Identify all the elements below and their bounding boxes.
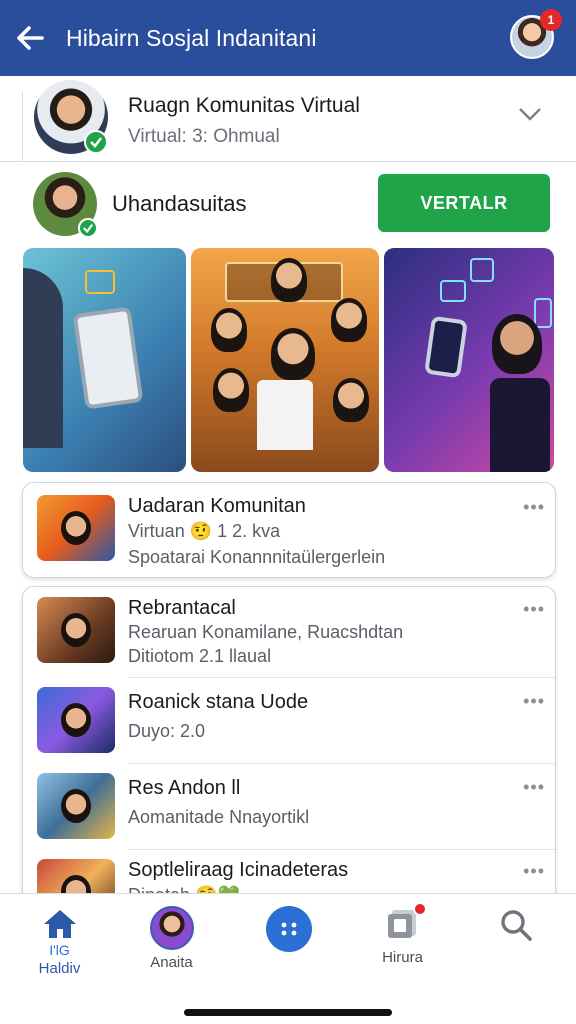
page-title: Hibairn Sosjal Indanitani [66,24,317,51]
follow-button[interactable]: VERTALR [378,174,550,232]
gallery-tile-tech-music[interactable] [384,248,554,472]
list-item-subtitle: Aomanitade Nnayortikl [128,807,310,827]
chevron-down-icon[interactable] [518,106,542,122]
featured-meta: Virtuan 🤨 1 2. kva [128,521,281,541]
list-item[interactable]: Res Andon ll Aomanitade Nnayortikl ••• [23,765,557,851]
notification-dot [412,902,427,916]
nav-home-label: Haldiv [38,960,81,977]
home-icon [43,910,76,938]
notification-badge: 1 [540,9,562,31]
nav-profile[interactable]: Anaita [114,894,229,1004]
list-item-title: Res Andon ll [128,777,241,799]
list-item-meta: Ditiotom 2.1 llaual [128,646,272,666]
top-app-bar: Hibairn Sosjal Indanitani 1 [0,0,576,76]
featured-card[interactable]: Uadaran Komunitan Virtuan 🤨 1 2. kva Spo… [22,482,556,578]
list-item-thumbnail [37,597,115,663]
gallery-tile-phone-hand[interactable] [23,248,186,472]
list-item-title: Soptleliraag Icinadeteras [128,859,349,881]
list-item-title: Roanick stana Uode [128,691,309,713]
host-name[interactable]: Uhandasuitas [112,191,247,217]
nav-profile-label: Anaita [150,954,193,971]
list-item-subtitle: Duyo: 2.0 [128,721,206,741]
more-options-icon[interactable]: ••• [523,497,545,518]
media-gallery [0,248,576,472]
nav-create[interactable] [231,894,346,1004]
featured-title: Uadaran Komunitan [128,495,306,517]
nav-activity[interactable]: Hirura [345,894,460,1004]
avatar [149,906,194,950]
nav-home[interactable]: I'lG Haldiv [2,894,117,1004]
bottom-navigation: I'lG Haldiv Anaita Hirura [0,893,576,1024]
nav-search[interactable] [458,894,573,1004]
more-options-icon[interactable]: ••• [523,691,545,712]
list-item-thumbnail [37,687,115,753]
arrow-left-icon [17,26,44,50]
back-button[interactable] [0,0,60,76]
room-title: Ruagn Komunitas Virtual [128,94,360,117]
room-subtitle: Virtual: 3: Ohmual [128,126,280,147]
list-item-thumbnail [37,773,115,839]
featured-description: Spoatarai Konannnitaülergerlein [128,547,386,567]
gallery-tile-group-photo[interactable] [191,248,379,472]
list-item[interactable]: Roanick stana Uode Duyo: 2.0 ••• [23,679,557,765]
list-item-subtitle: Rearuan Konamilane, Ruacshdtan [128,622,404,642]
home-indicator[interactable] [184,1009,392,1016]
featured-thumbnail [37,495,115,561]
host-row: Uhandasuitas VERTALR [0,168,576,240]
layers-icon [385,902,427,945]
nav-home-sublabel: I'lG [49,942,70,958]
more-options-icon[interactable]: ••• [523,599,545,620]
guitarist [492,314,542,374]
room-header[interactable]: Ruagn Komunitas Virtual Virtual: 3: Ohmu… [0,78,576,162]
phone-image [72,306,144,410]
verified-icon [84,130,108,154]
more-options-icon[interactable]: ••• [523,777,545,798]
list-item-title: Rebrantacal [128,597,236,619]
verified-icon [78,218,98,238]
room-list: Rebrantacal Rearuan Konamilane, Ruacshdt… [22,586,557,907]
list-item[interactable]: Rebrantacal Rearuan Konamilane, Ruacshdt… [23,587,557,679]
dots-icon [265,906,312,952]
search-icon [500,910,532,941]
more-options-icon[interactable]: ••• [523,861,545,882]
nav-activity-label: Hirura [382,949,423,966]
tablet-image [424,315,468,379]
